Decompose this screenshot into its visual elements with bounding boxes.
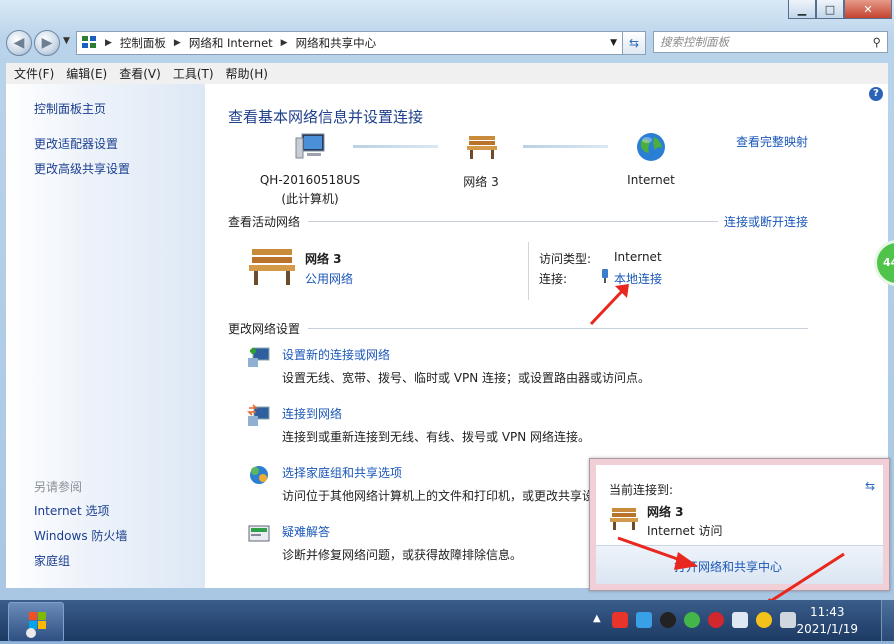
taskbar: ▲ 11:43 2021/1/19: [0, 600, 894, 642]
breadcrumb-network-internet[interactable]: 网络和 Internet: [189, 35, 273, 51]
task-troubleshoot-desc: 诊断并修复网络问题，或获得故障排除信息。: [282, 548, 523, 562]
menu-edit[interactable]: 编辑(E): [66, 65, 107, 82]
divider: [528, 242, 529, 300]
breadcrumb-separator-icon: ▶: [105, 38, 112, 48]
menu-view[interactable]: 查看(V): [119, 65, 161, 82]
security-icon[interactable]: [756, 612, 772, 628]
map-network-name: 网络 3: [463, 175, 499, 189]
wechat-icon[interactable]: [684, 612, 700, 628]
map-link-line: [353, 145, 438, 148]
tray-app-icon[interactable]: [636, 612, 652, 628]
sidebar-item-advanced-sharing[interactable]: 更改高级共享设置: [34, 160, 130, 177]
full-map-link[interactable]: 查看完整映射: [736, 133, 808, 150]
clock-time: 11:43: [809, 605, 845, 619]
back-button[interactable]: ◀: [6, 30, 32, 56]
task-troubleshoot-link[interactable]: 疑难解答: [282, 523, 522, 540]
homegroup-icon: [247, 463, 271, 490]
qq-icon[interactable]: [660, 612, 676, 628]
new-connection-icon: [247, 345, 271, 372]
start-button[interactable]: [8, 602, 64, 642]
control-panel-icon: [81, 34, 97, 53]
task-homegroup: 选择家庭组和共享选项 访问位于其他网络计算机上的文件和打印机，或更改共享设: [282, 464, 594, 504]
page-title: 查看基本网络信息并设置连接: [228, 108, 424, 126]
computer-icon: [294, 132, 326, 165]
flyout-bench-icon: [609, 505, 639, 534]
network-tray-icon[interactable]: [732, 612, 748, 628]
sidebar-item-firewall[interactable]: Windows 防火墙: [34, 527, 127, 544]
sidebar-item-homegroup[interactable]: 家庭组: [34, 552, 70, 569]
public-network-link[interactable]: 公用网络: [305, 270, 353, 287]
sidebar-item-home[interactable]: 控制面板主页: [34, 100, 106, 117]
breadcrumb-control-panel[interactable]: 控制面板: [120, 35, 166, 51]
sidebar-item-adapter-settings[interactable]: 更改适配器设置: [34, 135, 118, 152]
annotation-arrow-icon: [589, 284, 629, 326]
task-troubleshoot: 疑难解答 诊断并修复网络问题，或获得故障排除信息。: [282, 523, 522, 563]
refresh-button[interactable]: ⇆: [622, 31, 646, 55]
network-bench-icon: [466, 132, 498, 163]
breadcrumb-separator-icon: ▶: [173, 38, 181, 48]
active-network-name: 网络 3: [305, 252, 342, 266]
address-toolbar: ◀ ▶ ▼ ▶ 控制面板 ▶ 网络和 Internet ▶ 网络和共享中心 ▼ …: [6, 29, 890, 56]
window-controls: ▁ □ ✕: [788, 0, 892, 20]
map-link-line: [523, 145, 608, 148]
menu-tools[interactable]: 工具(T): [173, 65, 214, 82]
clock[interactable]: 11:43 2021/1/19: [796, 604, 858, 638]
menu-file[interactable]: 文件(F): [14, 65, 54, 82]
task-connect-network: 连接到网络 连接到或重新连接到无线、有线、拨号或 VPN 网络连接。: [282, 405, 590, 445]
address-bar[interactable]: ▶ 控制面板 ▶ 网络和 Internet ▶ 网络和共享中心 ▼: [76, 31, 624, 55]
access-type-label: 访问类型:: [539, 252, 592, 266]
show-desktop-button[interactable]: [881, 600, 894, 641]
maximize-button[interactable]: □: [816, 0, 844, 19]
breadcrumb-separator-icon: ▶: [280, 38, 288, 48]
sogou-icon[interactable]: [612, 612, 628, 628]
task-connect-network-link[interactable]: 连接到网络: [282, 405, 590, 422]
troubleshoot-icon: [247, 522, 271, 549]
divider: [308, 221, 718, 222]
connect-network-icon: [247, 404, 271, 431]
address-dropdown-icon[interactable]: ▼: [610, 38, 617, 48]
windows-logo-icon: [26, 612, 46, 638]
volume-muted-icon[interactable]: [780, 612, 796, 628]
menu-bar: 文件(F) 编辑(E) 查看(V) 工具(T) 帮助(H): [6, 63, 888, 85]
recent-pages-dropdown[interactable]: ▼: [63, 36, 70, 46]
task-new-connection: 设置新的连接或网络 设置无线、宽带、拨号、临时或 VPN 连接；或设置路由器或访…: [282, 346, 650, 386]
search-placeholder: 搜索控制面板: [660, 35, 729, 49]
breadcrumb-sharing-center[interactable]: 网络和共享中心: [296, 35, 377, 51]
close-button[interactable]: ✕: [844, 0, 892, 19]
see-also-header: 另请参阅: [34, 480, 83, 494]
task-homegroup-link[interactable]: 选择家庭组和共享选项: [282, 464, 594, 481]
flyout-refresh-icon[interactable]: ⇆: [865, 479, 875, 493]
access-type-value: Internet: [614, 250, 662, 264]
annotation-arrow-icon: [617, 536, 698, 570]
help-icon[interactable]: ?: [869, 87, 883, 101]
sidebar-item-internet-options[interactable]: Internet 选项: [34, 502, 109, 519]
flyout-header: 当前连接到:: [609, 483, 674, 497]
map-internet-label: Internet: [627, 173, 675, 187]
globe-icon: [635, 131, 667, 166]
change-settings-header: 更改网络设置: [228, 322, 301, 336]
task-connect-network-desc: 连接到或重新连接到无线、有线、拨号或 VPN 网络连接。: [282, 430, 591, 444]
netease-icon[interactable]: [708, 612, 724, 628]
computer-name: QH-20160518US: [259, 173, 361, 187]
active-networks-header: 查看活动网络: [228, 215, 301, 229]
connection-label: 连接:: [539, 272, 568, 286]
sidebar: 控制面板主页 更改适配器设置 更改高级共享设置 另请参阅 Internet 选项…: [6, 84, 205, 588]
search-icon[interactable]: ⚲: [873, 35, 881, 49]
task-new-connection-desc: 设置无线、宽带、拨号、临时或 VPN 连接；或设置路由器或访问点。: [282, 371, 651, 385]
task-homegroup-desc: 访问位于其他网络计算机上的文件和打印机，或更改共享设: [282, 489, 595, 503]
task-new-connection-link[interactable]: 设置新的连接或网络: [282, 346, 650, 363]
minimize-button[interactable]: ▁: [788, 0, 816, 19]
forward-button[interactable]: ▶: [34, 30, 60, 56]
connect-disconnect-link[interactable]: 连接或断开连接: [724, 213, 808, 230]
active-network-bench-icon: [247, 244, 297, 289]
flyout-network-name: 网络 3: [647, 505, 684, 519]
computer-sub: (此计算机): [281, 192, 339, 206]
clock-date: 2021/1/19: [796, 622, 858, 636]
divider: [308, 328, 808, 329]
search-input[interactable]: 搜索控制面板 ⚲: [653, 31, 888, 53]
menu-help[interactable]: 帮助(H): [226, 65, 268, 82]
show-hidden-icons[interactable]: ▲: [593, 613, 601, 624]
